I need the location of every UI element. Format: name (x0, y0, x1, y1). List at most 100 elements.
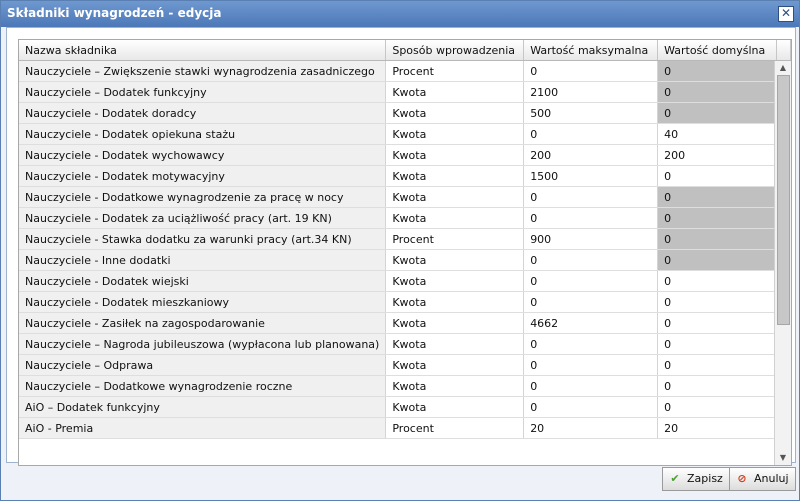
cell-mode[interactable]: Procent (385, 228, 525, 250)
cell-max-value[interactable]: 0 (523, 375, 659, 397)
vertical-scrollbar[interactable]: ▲ ▼ (774, 61, 791, 465)
cell-max-value[interactable]: 0 (523, 60, 659, 82)
cell-max-value[interactable]: 200 (523, 144, 659, 166)
column-header-mode[interactable]: Sposób wprowadzenia (385, 40, 525, 61)
cell-default-value[interactable]: 0 (657, 81, 778, 103)
cell-default-value[interactable]: 0 (657, 165, 778, 187)
cell-name[interactable]: Nauczyciele - Dodatek za uciążliwość pra… (19, 207, 387, 229)
cell-max-value[interactable]: 0 (523, 249, 659, 271)
cell-max-value[interactable]: 20 (523, 417, 659, 439)
cell-max-value[interactable]: 0 (523, 270, 659, 292)
close-icon[interactable]: ✕ (778, 6, 794, 22)
cell-name[interactable]: Nauczyciele - Dodatek wiejski (19, 270, 387, 292)
cell-mode[interactable]: Kwota (385, 144, 525, 166)
cell-mode[interactable]: Kwota (385, 396, 525, 418)
cell-name[interactable]: Nauczyciele - Stawka dodatku za warunki … (19, 228, 387, 250)
cell-name[interactable]: Nauczyciele - Zasiłek na zagospodarowani… (19, 312, 387, 334)
table-row[interactable]: Nauczyciele - Dodatkowe wynagrodzenie za… (19, 186, 791, 208)
cell-max-value[interactable]: 0 (523, 333, 659, 355)
cell-mode[interactable]: Procent (385, 60, 525, 82)
cell-max-value[interactable]: 4662 (523, 312, 659, 334)
scrollbar-thumb[interactable] (777, 75, 790, 325)
table-row[interactable]: Nauczyciele - Zasiłek na zagospodarowani… (19, 312, 791, 334)
cell-mode[interactable]: Kwota (385, 291, 525, 313)
cell-name[interactable]: Nauczyciele - Dodatek motywacyjny (19, 165, 387, 187)
table-row[interactable]: Nauczyciele – Odprawa Kwota 0 0 (19, 354, 791, 376)
cell-name[interactable]: AiO – Dodatek funkcyjny (19, 396, 387, 418)
cell-mode[interactable]: Kwota (385, 354, 525, 376)
cell-mode[interactable]: Procent (385, 417, 525, 439)
title-bar[interactable]: Składniki wynagrodzeń - edycja ✕ (1, 1, 799, 27)
cancel-button[interactable]: ⊘ Anuluj (729, 467, 796, 491)
table-row[interactable]: Nauczyciele - Dodatek wiejski Kwota 0 0 (19, 270, 791, 292)
cell-default-value[interactable]: 0 (657, 186, 778, 208)
cell-name[interactable]: Nauczyciele – Zwiększenie stawki wynagro… (19, 60, 387, 82)
table-row[interactable]: Nauczyciele - Dodatek wychowawcy Kwota 200… (19, 144, 791, 166)
cell-mode[interactable]: Kwota (385, 207, 525, 229)
table-row[interactable]: Nauczyciele - Dodatek opiekuna stażu Kwot… (19, 123, 791, 145)
table-row[interactable]: Nauczyciele - Dodatek motywacyjny Kwota 15… (19, 165, 791, 187)
cell-name[interactable]: Nauczyciele – Dodatek funkcyjny (19, 81, 387, 103)
cell-max-value[interactable]: 0 (523, 354, 659, 376)
column-header-name[interactable]: Nazwa składnika (19, 40, 387, 61)
cell-default-value[interactable]: 0 (657, 333, 778, 355)
cell-default-value[interactable]: 200 (657, 144, 778, 166)
cell-mode[interactable]: Kwota (385, 333, 525, 355)
cell-max-value[interactable]: 0 (523, 396, 659, 418)
cell-max-value[interactable]: 0 (523, 291, 659, 313)
cell-name[interactable]: AiO - Premia (19, 417, 387, 439)
table-row[interactable]: Nauczyciele - Dodatek doradcy Kwota 500 0 (19, 102, 791, 124)
cell-max-value[interactable]: 2100 (523, 81, 659, 103)
table-row[interactable]: Nauczyciele - Dodatek za uciążliwość pra… (19, 207, 791, 229)
column-header-max-value[interactable]: Wartość maksymalna (523, 40, 659, 61)
cell-default-value[interactable]: 0 (657, 291, 778, 313)
cell-default-value[interactable]: 0 (657, 354, 778, 376)
table-row[interactable]: Nauczyciele - Inne dodatki Kwota 0 0 (19, 249, 791, 271)
cell-name[interactable]: Nauczyciele – Nagroda jubileuszowa (wypł… (19, 333, 387, 355)
cell-default-value[interactable]: 0 (657, 375, 778, 397)
cell-max-value[interactable]: 0 (523, 123, 659, 145)
cell-name[interactable]: Nauczyciele – Dodatkowe wynagrodzenie ro… (19, 375, 387, 397)
cell-name[interactable]: Nauczyciele - Dodatek mieszkaniowy (19, 291, 387, 313)
cell-max-value[interactable]: 500 (523, 102, 659, 124)
cell-default-value[interactable]: 0 (657, 207, 778, 229)
cell-mode[interactable]: Kwota (385, 123, 525, 145)
cell-mode[interactable]: Kwota (385, 270, 525, 292)
scroll-up-icon[interactable]: ▲ (775, 61, 791, 75)
cell-default-value[interactable]: 0 (657, 60, 778, 82)
cell-name[interactable]: Nauczyciele - Dodatek wychowawcy (19, 144, 387, 166)
table-row[interactable]: Nauczyciele – Nagroda jubileuszowa (wypł… (19, 333, 791, 355)
cell-mode[interactable]: Kwota (385, 312, 525, 334)
table-row[interactable]: AiO – Dodatek funkcyjny Kwota 0 0 (19, 396, 791, 418)
cell-default-value[interactable]: 0 (657, 270, 778, 292)
cell-name[interactable]: Nauczyciele - Dodatek doradcy (19, 102, 387, 124)
cell-max-value[interactable]: 0 (523, 207, 659, 229)
cell-mode[interactable]: Kwota (385, 165, 525, 187)
cell-max-value[interactable]: 0 (523, 186, 659, 208)
cell-name[interactable]: Nauczyciele - Dodatkowe wynagrodzenie za… (19, 186, 387, 208)
cell-default-value[interactable]: 0 (657, 249, 778, 271)
cell-name[interactable]: Nauczyciele - Dodatek opiekuna stażu (19, 123, 387, 145)
table-row[interactable]: AiO - Premia Procent 20 20 (19, 417, 791, 439)
cell-default-value[interactable]: 0 (657, 312, 778, 334)
table-row[interactable]: Nauczyciele - Stawka dodatku za warunki … (19, 228, 791, 250)
table-row[interactable]: Nauczyciele – Zwiększenie stawki wynagro… (19, 60, 791, 82)
cell-mode[interactable]: Kwota (385, 375, 525, 397)
table-row[interactable]: Nauczyciele – Dodatkowe wynagrodzenie ro… (19, 375, 791, 397)
column-header-default-value[interactable]: Wartość domyślna (657, 40, 778, 61)
cell-mode[interactable]: Kwota (385, 102, 525, 124)
cell-default-value[interactable]: 0 (657, 102, 778, 124)
cell-default-value[interactable]: 40 (657, 123, 778, 145)
cell-mode[interactable]: Kwota (385, 81, 525, 103)
save-button[interactable]: ✔ Zapisz (662, 467, 730, 491)
cell-name[interactable]: Nauczyciele - Inne dodatki (19, 249, 387, 271)
cell-max-value[interactable]: 900 (523, 228, 659, 250)
cell-mode[interactable]: Kwota (385, 249, 525, 271)
scroll-down-icon[interactable]: ▼ (775, 451, 791, 465)
cell-default-value[interactable]: 0 (657, 228, 778, 250)
cell-mode[interactable]: Kwota (385, 186, 525, 208)
cell-default-value[interactable]: 20 (657, 417, 778, 439)
cell-default-value[interactable]: 0 (657, 396, 778, 418)
table-row[interactable]: Nauczyciele – Dodatek funkcyjny Kwota 2100… (19, 81, 791, 103)
cell-max-value[interactable]: 1500 (523, 165, 659, 187)
